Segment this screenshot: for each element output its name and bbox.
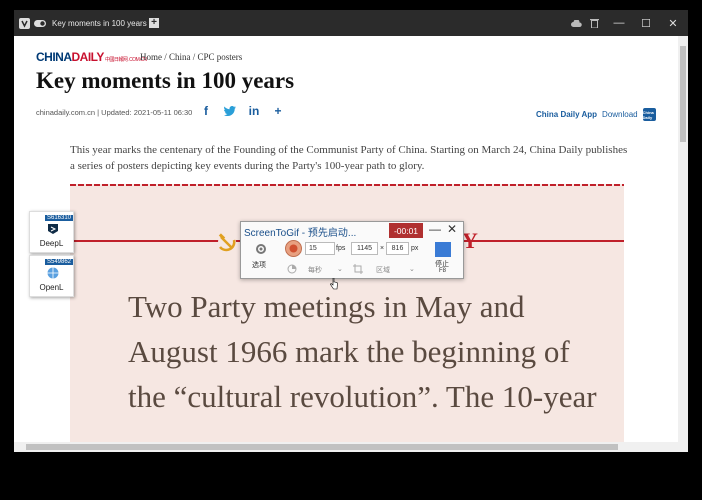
openl-app[interactable]: S549862 OpenL (29, 255, 74, 297)
logo-text-main: CHINA (36, 50, 72, 64)
poster-dotted-rule (70, 184, 624, 186)
hand-cursor-icon (330, 278, 338, 290)
fps-label: fps (336, 245, 346, 252)
horizontal-scrollbar[interactable] (14, 442, 688, 452)
deepl-app[interactable]: S616310 DeepL (29, 211, 74, 253)
recorder-minimize-button[interactable]: — (429, 222, 441, 236)
openl-icon (47, 267, 59, 279)
px-label: px (411, 245, 419, 252)
tab-toggle-icon (34, 19, 46, 27)
crop-icon[interactable] (353, 264, 363, 274)
deepl-badge: S616310 (45, 215, 74, 221)
vertical-scroll-thumb[interactable] (680, 46, 686, 142)
browser-tab[interactable]: Key moments in 100 years (34, 14, 147, 32)
side-app-panel: S616310 DeepL S549862 OpenL (29, 211, 74, 299)
download-link[interactable]: Download (602, 110, 638, 119)
poster-letter: Y (462, 228, 478, 253)
screentogif-recorder: ScreenToGif - 预先启动... -00:01 — ✕ 选项 15 f… (240, 221, 464, 279)
poster-text: Two Party meetings in May and August 196… (128, 289, 597, 414)
stop-key-label: F8 (439, 268, 447, 274)
article-meta: chinadaily.com.cn | Updated: 2021-05-11 … (36, 108, 193, 117)
width-input[interactable]: 1145 (351, 242, 378, 255)
stop-icon[interactable] (435, 242, 451, 257)
trash-icon[interactable] (585, 10, 603, 36)
plus-icon: + (149, 18, 159, 28)
browser-menu-button[interactable] (14, 10, 34, 36)
logo-text-accent: DAILY (71, 50, 105, 64)
recorder-title: ScreenToGif - 预先启动... (244, 228, 357, 239)
options-gear-icon[interactable] (254, 242, 268, 256)
recorder-timer: -00:01 (389, 223, 423, 238)
facebook-icon[interactable]: f (200, 104, 212, 118)
page-title: Key moments in 100 years (36, 68, 295, 93)
height-input[interactable]: 816 (386, 242, 409, 255)
horizontal-scroll-thumb[interactable] (26, 444, 618, 450)
fps-input[interactable]: 15 (305, 242, 335, 255)
record-icon[interactable] (285, 240, 302, 257)
title-bar: Key moments in 100 years + — ☐ ✕ (14, 10, 688, 36)
tab-title: Key moments in 100 years (52, 18, 147, 28)
app-icon: China Daily (642, 108, 656, 121)
app-download[interactable]: China Daily App Download China Daily (536, 108, 656, 121)
chevron-down-icon[interactable]: ⌄ (337, 265, 343, 273)
vertical-scrollbar[interactable] (678, 36, 688, 442)
twitter-icon[interactable] (224, 104, 236, 118)
region-select[interactable]: 区域 (376, 265, 390, 275)
more-share-icon[interactable]: + (272, 104, 284, 118)
per-second-select[interactable]: 每秒 (308, 265, 322, 275)
deepl-label: DeepL (39, 239, 64, 248)
vivaldi-logo-icon (18, 17, 30, 29)
options-label: 选项 (252, 262, 266, 269)
article-lede: This year marks the centenary of the Fou… (70, 144, 628, 172)
openl-label: OpenL (39, 283, 64, 292)
breadcrumb[interactable]: Home / China / CPC posters (140, 52, 242, 62)
chinadaily-logo[interactable]: CHINADAILY中國日報网 .COM.CN (36, 50, 147, 64)
hammer-sickle-icon (218, 233, 236, 252)
frame-rate-icon[interactable] (287, 264, 297, 274)
deepl-icon (48, 224, 58, 234)
maximize-button[interactable]: ☐ (631, 10, 661, 36)
chevron-down-icon[interactable]: ⌄ (409, 265, 415, 273)
app-label: China Daily App (536, 110, 598, 119)
close-button[interactable]: ✕ (658, 10, 688, 36)
minimize-button[interactable]: — (604, 10, 634, 36)
times-label: × (380, 245, 385, 252)
linkedin-icon[interactable]: in (248, 104, 260, 118)
share-bar: f in + (200, 104, 284, 118)
openl-badge: S549862 (45, 259, 74, 265)
cloud-icon[interactable] (567, 10, 585, 36)
new-tab-button[interactable]: + (146, 10, 162, 36)
recorder-close-button[interactable]: ✕ (447, 222, 457, 236)
